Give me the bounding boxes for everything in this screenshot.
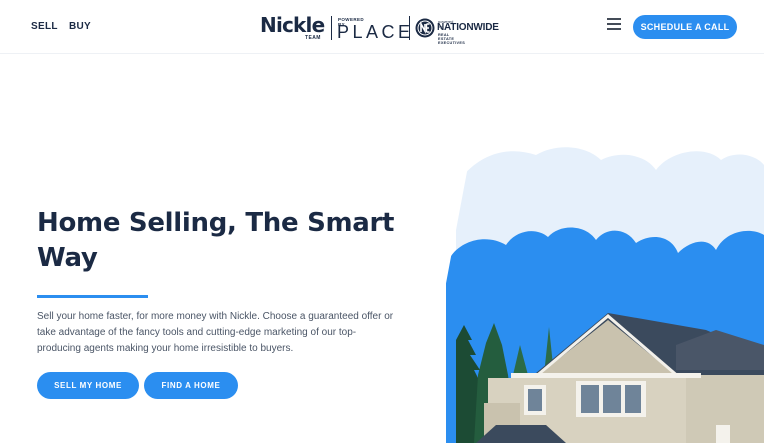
logo-divider [331,16,332,40]
nav-buy-link[interactable]: BUY [69,21,91,32]
site-header: SELL BUY Nickle TEAM POWERED BY PLACE po… [0,0,764,54]
nationwide-logo-icon [415,18,435,38]
logo-ne-subtitle: REAL ESTATE EXECUTIVES [438,33,466,45]
logo-place-text: PLACE [337,22,414,42]
hero-title: Home Selling, The Smart Way [37,208,395,273]
sell-my-home-button[interactable]: SELL MY HOME [37,372,139,399]
logo-nationwide-text: NATIONWIDE [437,22,499,33]
hero-divider [37,295,148,298]
hero-house-image [446,147,764,443]
nav-sell-link[interactable]: SELL [31,21,58,32]
schedule-call-button[interactable]: SCHEDULE A CALL [633,15,737,39]
logo-nickle-text: Nickle [260,13,325,37]
logo-team-text: TEAM [305,35,321,41]
logo-divider [409,16,410,40]
find-a-home-button[interactable]: FIND A HOME [144,372,238,399]
hamburger-menu-icon[interactable] [607,18,621,30]
hero-description: Sell your home faster, for more money wi… [37,311,394,354]
